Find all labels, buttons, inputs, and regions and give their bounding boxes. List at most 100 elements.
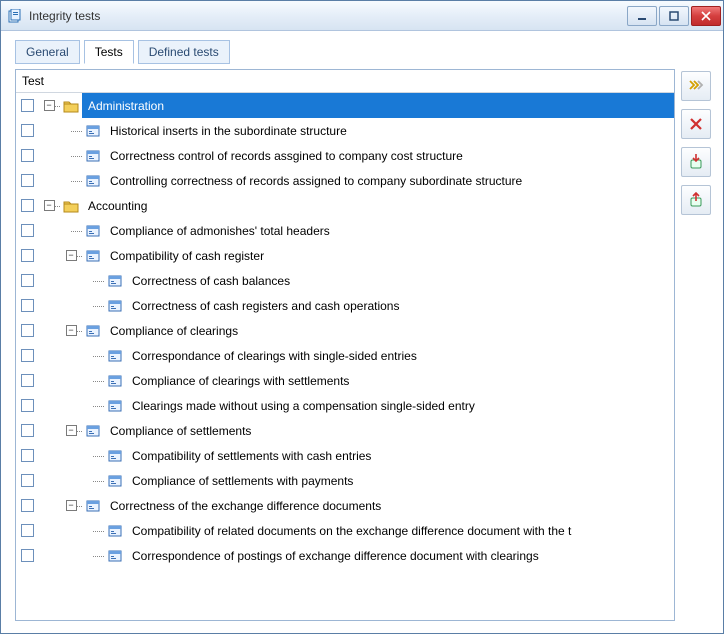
delete-button[interactable] [681, 109, 711, 139]
tree-row[interactable]: Compatibility of related documents on th… [16, 518, 674, 543]
window-icon [104, 300, 126, 312]
row-checkbox[interactable] [21, 499, 34, 512]
row-checkbox[interactable] [21, 99, 34, 112]
maximize-button[interactable] [659, 6, 689, 26]
collapse-toggle[interactable]: − [44, 200, 55, 211]
import-button[interactable] [681, 147, 711, 177]
export-button[interactable] [681, 185, 711, 215]
window-icon [82, 425, 104, 437]
row-checkbox[interactable] [21, 224, 34, 237]
tree-panel: Test −AdministrationHistorical inserts i… [15, 69, 675, 621]
window-icon [82, 150, 104, 162]
tree-row[interactable]: Compliance of admonishes' total headers [16, 218, 674, 243]
collapse-toggle[interactable]: − [66, 250, 77, 261]
export-icon [689, 192, 703, 208]
row-checkbox[interactable] [21, 199, 34, 212]
tree-body[interactable]: −AdministrationHistorical inserts in the… [16, 93, 674, 620]
window-icon [82, 500, 104, 512]
run-button[interactable] [681, 71, 711, 101]
row-checkbox[interactable] [21, 374, 34, 387]
row-checkbox[interactable] [21, 149, 34, 162]
tree-row[interactable]: − Accounting [16, 193, 674, 218]
tree-row[interactable]: Compatibility of settlements with cash e… [16, 443, 674, 468]
collapse-toggle[interactable]: − [44, 100, 55, 111]
tree-row[interactable]: Correctness of cash balances [16, 268, 674, 293]
tree-item-label: Compatibility of related documents on th… [126, 518, 674, 543]
window-icon [82, 250, 104, 262]
tree-item-label: Correspondence of postings of exchange d… [126, 543, 674, 568]
tree-item-label: Correspondance of clearings with single-… [126, 343, 674, 368]
row-checkbox[interactable] [21, 274, 34, 287]
tree-row[interactable]: Correspondence of postings of exchange d… [16, 543, 674, 568]
window-icon [104, 375, 126, 387]
tree-header: Test [16, 70, 674, 93]
tree-row[interactable]: Correctness control of records assgined … [16, 143, 674, 168]
tree-row[interactable]: − Compliance of clearings [16, 318, 674, 343]
close-button[interactable] [691, 6, 721, 26]
tree-item-label: Compatibility of settlements with cash e… [126, 443, 674, 468]
tree-row[interactable]: Clearings made without using a compensat… [16, 393, 674, 418]
tree-item-label: Correctness control of records assgined … [104, 143, 674, 168]
tree-row[interactable]: Controlling correctness of records assig… [16, 168, 674, 193]
window-icon [82, 125, 104, 137]
tree-item-label: Correctness of the exchange difference d… [104, 493, 674, 518]
tree-item-label: Compliance of settlements with payments [126, 468, 674, 493]
row-checkbox[interactable] [21, 249, 34, 262]
tree-row[interactable]: −Compliance of settlements [16, 418, 674, 443]
run-icon [688, 78, 704, 94]
import-icon [689, 154, 703, 170]
collapse-toggle[interactable]: − [66, 425, 77, 436]
tree-row[interactable]: Correspondance of clearings with single-… [16, 343, 674, 368]
tree-row[interactable]: Compliance of settlements with payments [16, 468, 674, 493]
delete-icon [689, 117, 703, 131]
tree-item-label: Accounting [82, 193, 674, 218]
collapse-toggle[interactable]: − [66, 325, 77, 336]
tree-item-label: Compliance of clearings [104, 318, 674, 343]
folder-icon [60, 199, 82, 213]
window-title: Integrity tests [29, 9, 100, 23]
row-checkbox[interactable] [21, 124, 34, 137]
tree-item-label: Compatibility of cash register [104, 243, 674, 268]
tree-row[interactable]: Correctness of cash registers and cash o… [16, 293, 674, 318]
window-icon [104, 350, 126, 362]
window-icon [104, 400, 126, 412]
side-toolbar [681, 69, 717, 621]
tree-item-label: Compliance of admonishes' total headers [104, 218, 674, 243]
tree-item-label: Correctness of cash balances [126, 268, 674, 293]
row-checkbox[interactable] [21, 424, 34, 437]
row-checkbox[interactable] [21, 174, 34, 187]
row-checkbox[interactable] [21, 399, 34, 412]
tree-row[interactable]: Compliance of clearings with settlements [16, 368, 674, 393]
row-checkbox[interactable] [21, 449, 34, 462]
window-icon [104, 475, 126, 487]
row-checkbox[interactable] [21, 324, 34, 337]
folder-icon [60, 99, 82, 113]
tree-row[interactable]: − Correctness of the exchange difference … [16, 493, 674, 518]
row-checkbox[interactable] [21, 549, 34, 562]
tab-general[interactable]: General [15, 40, 80, 64]
row-checkbox[interactable] [21, 524, 34, 537]
tree-row[interactable]: − Compatibility of cash register [16, 243, 674, 268]
tree-row[interactable]: Historical inserts in the subordinate st… [16, 118, 674, 143]
tab-tests[interactable]: Tests [84, 40, 134, 64]
app-icon [7, 8, 23, 24]
minimize-button[interactable] [627, 6, 657, 26]
window-icon [82, 175, 104, 187]
tree-item-label: Historical inserts in the subordinate st… [104, 118, 674, 143]
window-icon [104, 525, 126, 537]
row-checkbox[interactable] [21, 349, 34, 362]
tree-item-label: Clearings made without using a compensat… [126, 393, 674, 418]
row-checkbox[interactable] [21, 299, 34, 312]
tree-row[interactable]: −Administration [16, 93, 674, 118]
window-icon [104, 275, 126, 287]
tab-defined-tests[interactable]: Defined tests [138, 40, 230, 64]
collapse-toggle[interactable]: − [66, 500, 77, 511]
window-icon [82, 325, 104, 337]
window-icon [104, 450, 126, 462]
window-icon [82, 225, 104, 237]
tree-item-label: Correctness of cash registers and cash o… [126, 293, 674, 318]
tab-strip: General Tests Defined tests [1, 31, 723, 63]
tree-item-label: Compliance of clearings with settlements [126, 368, 674, 393]
row-checkbox[interactable] [21, 474, 34, 487]
tree-item-label: Controlling correctness of records assig… [104, 168, 674, 193]
